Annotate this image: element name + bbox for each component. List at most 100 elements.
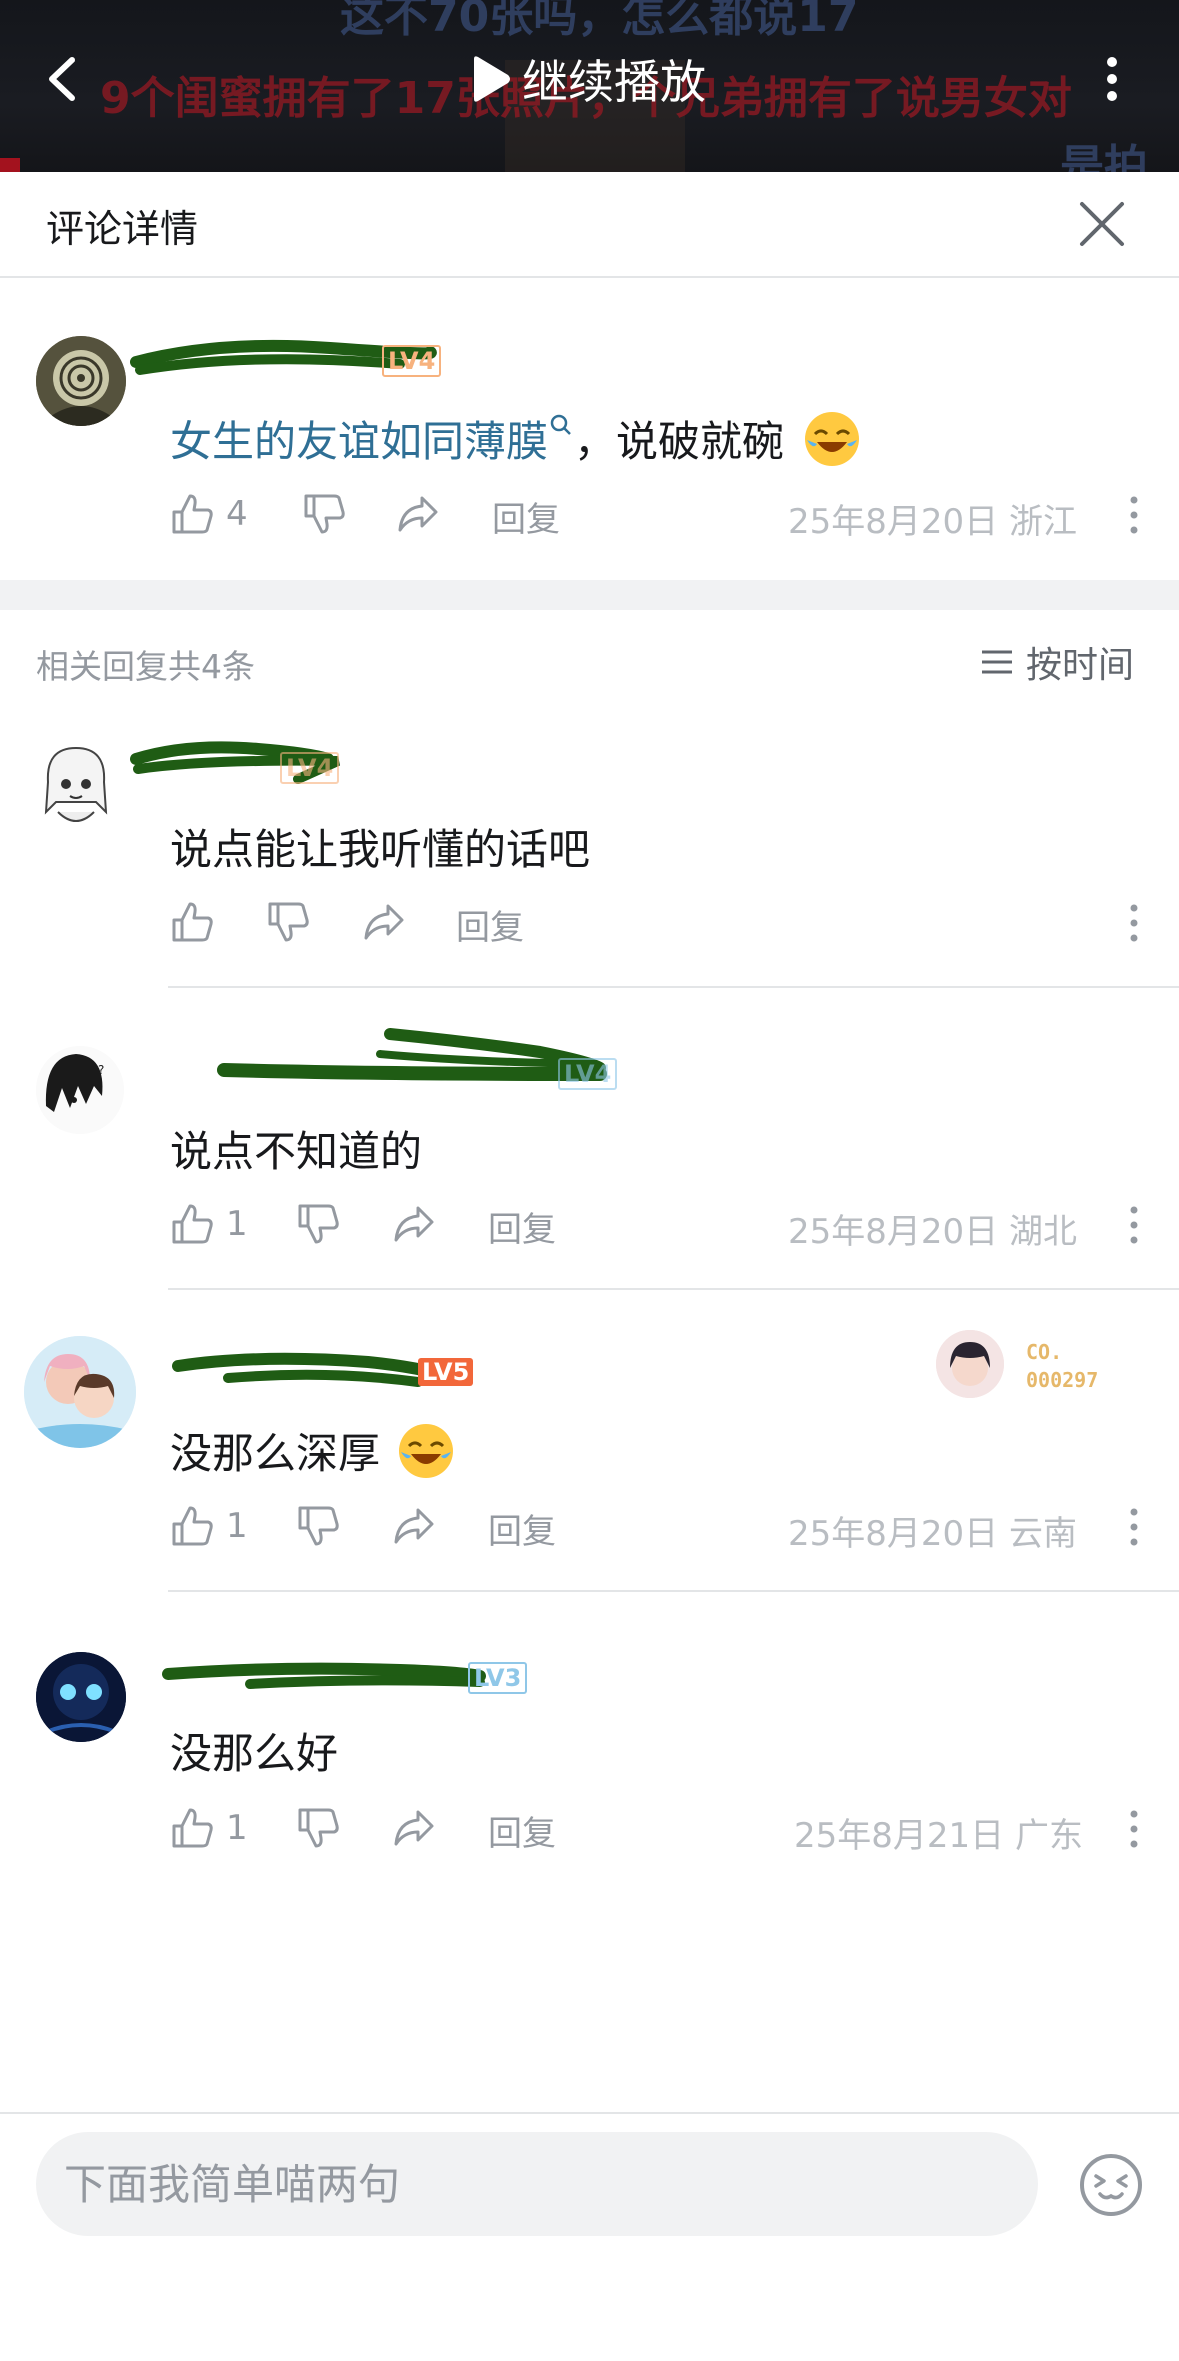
comment-text: 女生的友谊如同薄膜 ，说破就碗	[170, 408, 861, 469]
dislike-button[interactable]	[296, 1504, 340, 1548]
close-button[interactable]	[1074, 196, 1130, 252]
share-button[interactable]	[362, 900, 406, 944]
share-button[interactable]	[392, 1806, 436, 1850]
user-level-badge: LV4	[382, 345, 442, 377]
user-level-badge: LV4	[280, 752, 340, 784]
reply-date: 25年8月20日 云南	[788, 1514, 1077, 1554]
reply-actions: 1 回复 25年8月21日 广东	[0, 1798, 1179, 1858]
comment-actions: 4 回复 25年8月20日 浙江	[0, 484, 1179, 544]
search-icon	[550, 414, 571, 435]
avatar-image-icon	[36, 336, 126, 426]
thumbs-up-icon	[172, 494, 213, 534]
reply-more-icon[interactable]	[1128, 1806, 1140, 1852]
share-arrow-icon	[394, 1206, 434, 1242]
close-icon	[1080, 202, 1124, 246]
video-subtitle: 这不70张吗，怎么都说17	[340, 0, 859, 42]
redacted-username	[217, 1028, 607, 1081]
avatar[interactable]	[36, 336, 126, 426]
avatar[interactable]	[24, 1336, 136, 1448]
reply-text: 说点不知道的	[170, 1127, 423, 1176]
sort-by-time-button[interactable]: 按时间	[980, 636, 1134, 688]
dislike-button[interactable]	[296, 1202, 340, 1246]
redacted-username	[162, 1662, 486, 1689]
like-button[interactable]	[170, 900, 226, 944]
reply-button[interactable]: 回复	[488, 1806, 556, 1855]
share-button[interactable]	[392, 1202, 436, 1246]
like-count: 1	[226, 1808, 248, 1848]
comment-date: 25年8月20日 浙江	[788, 502, 1077, 542]
share-arrow-icon	[394, 1508, 434, 1544]
thumbs-down-icon	[298, 1204, 339, 1244]
reply-actions: 1 回复 25年8月20日 云南	[0, 1496, 1179, 1556]
emoji-face-icon	[1080, 2154, 1142, 2216]
fan-badge-number: CO. 000297	[1026, 1340, 1099, 1392]
list-sort-icon	[982, 650, 1012, 674]
more-vertical-icon	[1107, 57, 1117, 101]
share-button[interactable]	[396, 492, 440, 536]
panel-title: 评论详情	[46, 207, 199, 251]
reply-divider	[168, 1288, 1179, 1290]
reply-text: 没那么深厚	[170, 1420, 455, 1481]
fan-badge-avatar[interactable]	[936, 1330, 1004, 1398]
reply-text: 说点能让我听懂的话吧	[170, 825, 591, 874]
reply-input[interactable]	[36, 2132, 1038, 2236]
reply-more-icon[interactable]	[1128, 1202, 1140, 1248]
thumbs-up-icon	[172, 1204, 213, 1244]
thumbs-down-icon	[268, 902, 309, 942]
dislike-button[interactable]	[266, 900, 310, 944]
continue-play-button[interactable]: 继续播放	[466, 44, 706, 114]
reply-actions: 回复	[0, 892, 1179, 952]
share-button[interactable]	[392, 1504, 436, 1548]
share-arrow-icon	[398, 496, 438, 532]
like-count: 4	[226, 494, 248, 534]
reply-more-icon[interactable]	[1128, 900, 1140, 946]
like-count: 1	[226, 1506, 248, 1546]
reply-date: 25年8月20日 湖北	[788, 1212, 1077, 1252]
reply-actions: 1 回复 25年8月20日 湖北	[0, 1194, 1179, 1254]
replies-count: 相关回复共4条	[36, 647, 255, 686]
reply-date: 25年8月21日 广东	[794, 1816, 1083, 1856]
like-count: 1	[226, 1204, 248, 1244]
reply-button[interactable]: 回复	[488, 1504, 556, 1553]
back-button[interactable]	[30, 44, 100, 114]
video-subtitle: 是拍	[1060, 141, 1148, 172]
avatar-image-icon	[44, 746, 108, 822]
like-button[interactable]: 1	[170, 1202, 248, 1246]
user-level-badge: LV5	[418, 1358, 474, 1386]
dislike-button[interactable]	[296, 1806, 340, 1850]
reply-divider	[168, 986, 1179, 988]
reply-text-body: 没那么深厚	[170, 1429, 381, 1478]
continue-play-label: 继续播放	[522, 55, 706, 109]
avatar-image-icon	[36, 1652, 126, 1742]
search-keyword-link[interactable]: 女生的友谊如同薄膜	[170, 417, 548, 466]
reply-button[interactable]: 回复	[492, 492, 560, 541]
reply-button[interactable]: 回复	[456, 900, 524, 949]
thumbs-up-icon	[172, 1506, 213, 1546]
avatar[interactable]	[36, 1652, 126, 1742]
header-divider	[0, 276, 1179, 278]
thumbs-up-icon	[172, 1808, 213, 1848]
reply-text: 没那么好	[170, 1729, 339, 1778]
reply-more-icon[interactable]	[1128, 1504, 1140, 1550]
comment-more-icon[interactable]	[1128, 492, 1140, 538]
more-options-button[interactable]	[1090, 44, 1134, 114]
avatar[interactable]	[36, 742, 116, 830]
sort-label: 按时间	[1026, 645, 1135, 686]
user-level-badge: LV3	[468, 1662, 528, 1694]
emoji-button[interactable]	[1078, 2152, 1144, 2218]
avatar-image-icon	[936, 1330, 1004, 1398]
comment-text-rest: ，说破就碗	[574, 417, 785, 466]
dislike-button[interactable]	[302, 492, 346, 536]
svg-text:?: ?	[98, 1063, 104, 1077]
chevron-left-icon	[49, 57, 75, 101]
laughing-cry-emoji-icon	[805, 412, 860, 466]
like-button[interactable]: 4	[170, 492, 248, 536]
share-arrow-icon	[394, 1810, 434, 1846]
thumbs-down-icon	[304, 494, 345, 534]
like-button[interactable]: 1	[170, 1504, 248, 1548]
reply-divider	[168, 1590, 1179, 1592]
reply-button[interactable]: 回复	[488, 1202, 556, 1251]
thumbs-down-icon	[298, 1808, 339, 1848]
like-button[interactable]: 1	[170, 1806, 248, 1850]
avatar[interactable]: ?	[36, 1046, 124, 1134]
